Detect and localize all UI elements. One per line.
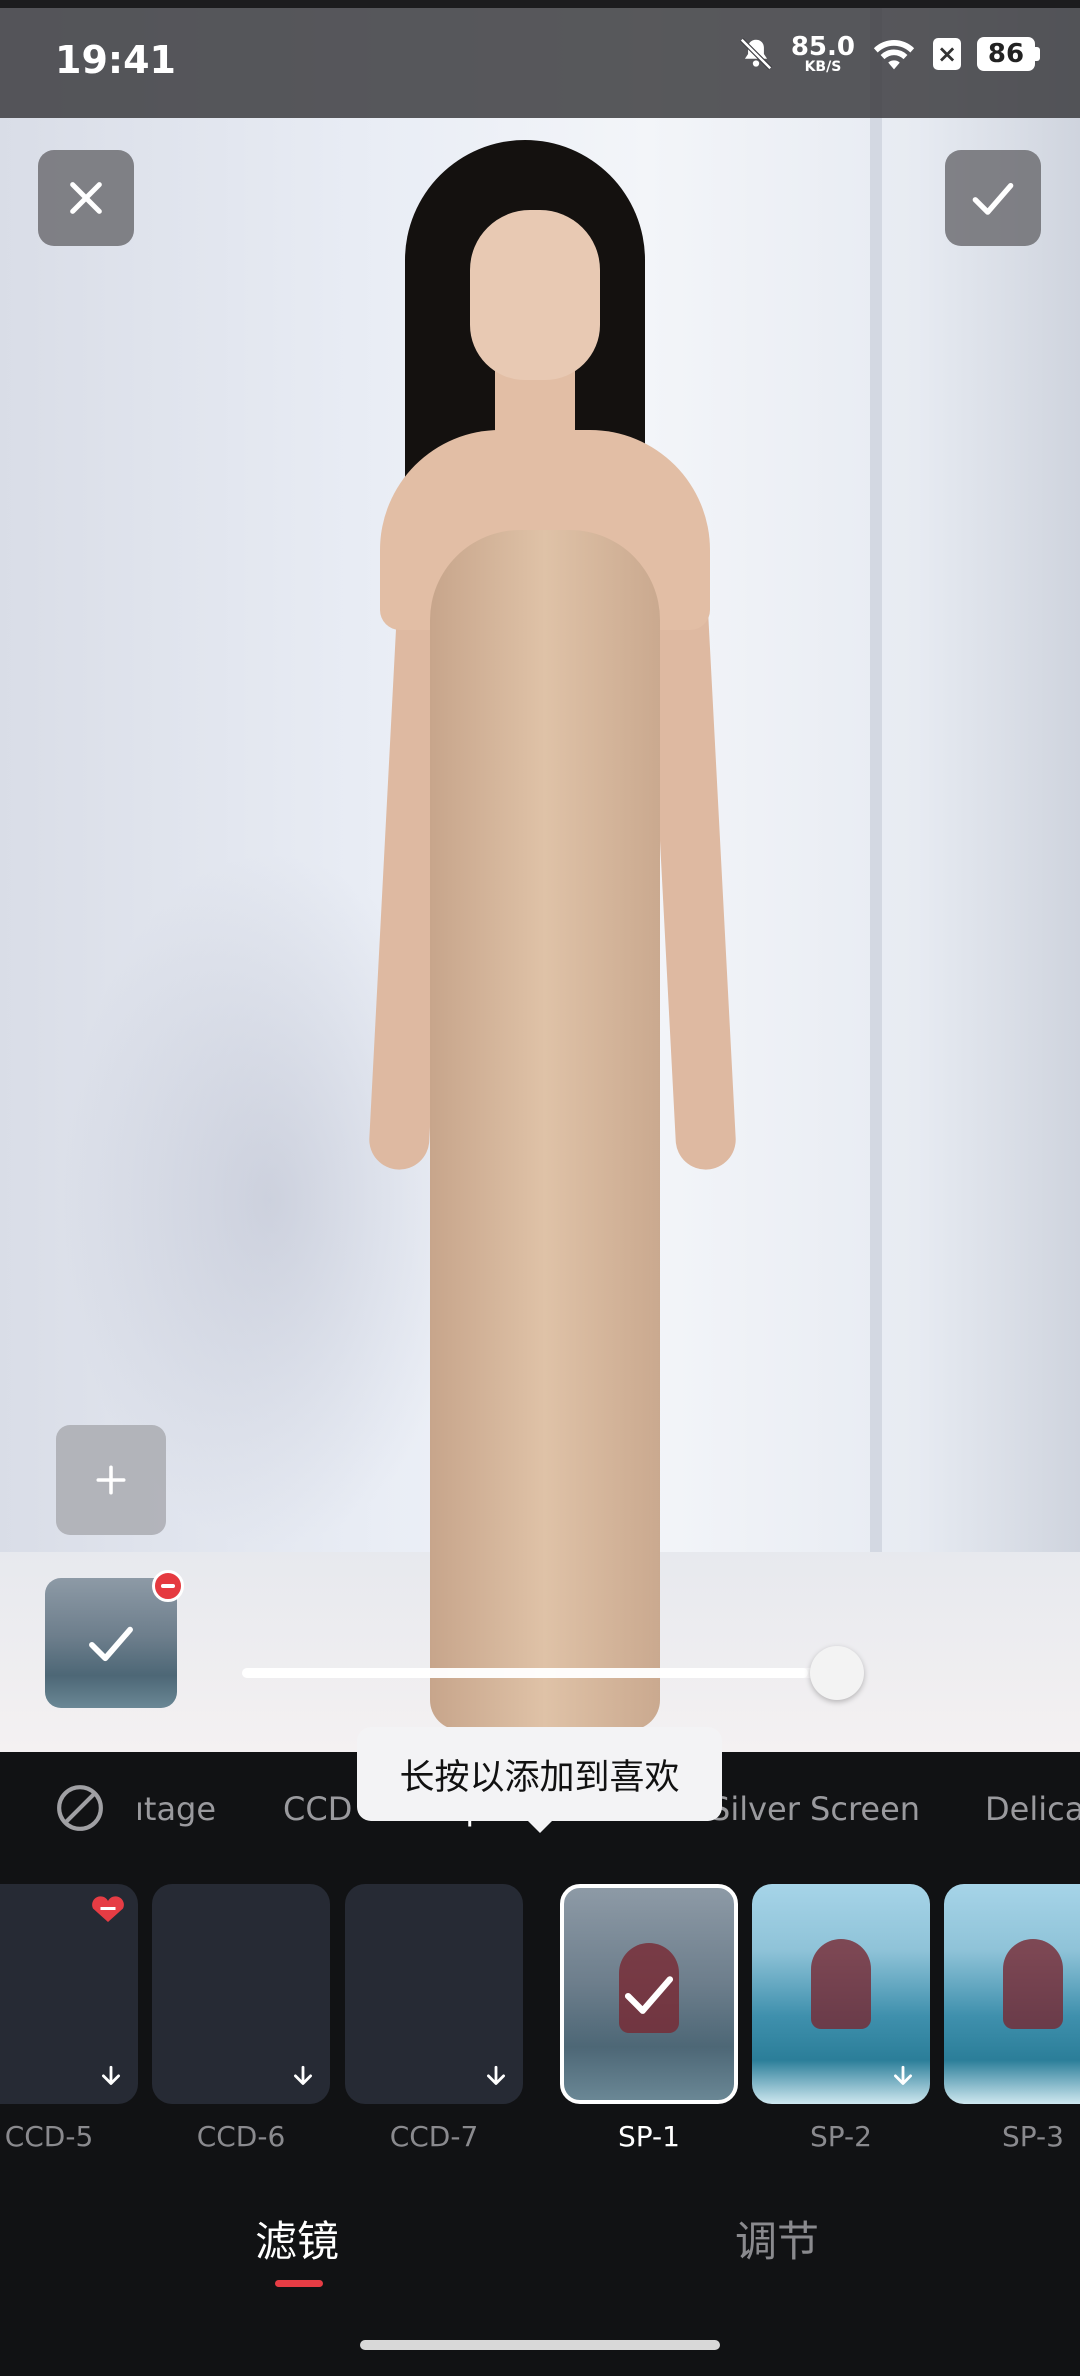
category-ccd[interactable]: CCD bbox=[283, 1790, 352, 1828]
active-tab-indicator bbox=[275, 2280, 323, 2287]
no-filter-icon[interactable] bbox=[55, 1783, 105, 1833]
long-press-tooltip: 长按以添加到喜欢 bbox=[357, 1727, 722, 1821]
download-icon bbox=[487, 2065, 505, 2085]
network-speed: 85.0 KB/S bbox=[790, 32, 855, 75]
no-sim-icon: × bbox=[933, 38, 961, 70]
heart-icon bbox=[92, 1896, 124, 1922]
intensity-slider-thumb[interactable] bbox=[810, 1646, 864, 1700]
filter-name-ccd-6: CCD-6 bbox=[196, 2120, 286, 2153]
wall-edge bbox=[870, 0, 882, 1580]
intensity-slider-track[interactable] bbox=[242, 1668, 838, 1678]
battery-indicator: 86 bbox=[977, 37, 1040, 71]
minus-icon bbox=[161, 1584, 175, 1588]
close-button[interactable] bbox=[38, 150, 134, 246]
filter-name-ccd-5: CCD-5 bbox=[4, 2120, 94, 2153]
category-vintage[interactable]: ıtage bbox=[135, 1790, 216, 1828]
photo-subject bbox=[360, 130, 780, 1730]
mute-bell-icon bbox=[739, 38, 772, 70]
home-indicator[interactable] bbox=[360, 2340, 720, 2350]
check-icon bbox=[624, 1976, 674, 2014]
add-favorite-button[interactable] bbox=[56, 1425, 166, 1535]
tooltip-arrow bbox=[526, 1819, 554, 1833]
download-icon bbox=[102, 2065, 120, 2085]
download-icon bbox=[294, 2065, 312, 2085]
intensity-slider-fill bbox=[242, 1668, 809, 1678]
filter-card-ccd-7[interactable] bbox=[345, 1884, 523, 2104]
wifi-icon bbox=[873, 40, 915, 70]
remove-favorite-button[interactable] bbox=[152, 1570, 184, 1602]
filter-name-sp-1: SP-1 bbox=[618, 2120, 680, 2153]
category-silver-screen[interactable]: Silver Screen bbox=[710, 1790, 920, 1828]
status-bar: 19:41 85.0 KB/S × 86 bbox=[0, 0, 1080, 118]
close-icon bbox=[70, 182, 102, 214]
filter-card-ccd-5[interactable] bbox=[0, 1884, 138, 2104]
confirm-button[interactable] bbox=[945, 150, 1041, 246]
filter-preview-image bbox=[811, 1939, 871, 2029]
filter-card-sp-1[interactable] bbox=[560, 1884, 738, 2104]
filter-name-ccd-7: CCD-7 bbox=[389, 2120, 479, 2153]
filter-card-sp-2[interactable] bbox=[752, 1884, 930, 2104]
tab-filter[interactable]: 滤镜 bbox=[255, 2208, 339, 2269]
plus-icon bbox=[96, 1465, 126, 1495]
download-icon bbox=[894, 2065, 912, 2085]
filter-preview-image bbox=[1003, 1939, 1063, 2029]
tab-adjust[interactable]: 调节 bbox=[735, 2208, 819, 2269]
filter-name-sp-2: SP-2 bbox=[810, 2120, 872, 2153]
filter-card-ccd-6[interactable] bbox=[152, 1884, 330, 2104]
filter-name-sp-3: SP-3 bbox=[1002, 2120, 1064, 2153]
check-icon bbox=[972, 182, 1014, 215]
check-icon bbox=[89, 1626, 133, 1662]
status-time: 19:41 bbox=[55, 38, 176, 82]
filter-card-sp-3[interactable] bbox=[944, 1884, 1080, 2104]
category-delicate[interactable]: Delica bbox=[985, 1790, 1080, 1828]
